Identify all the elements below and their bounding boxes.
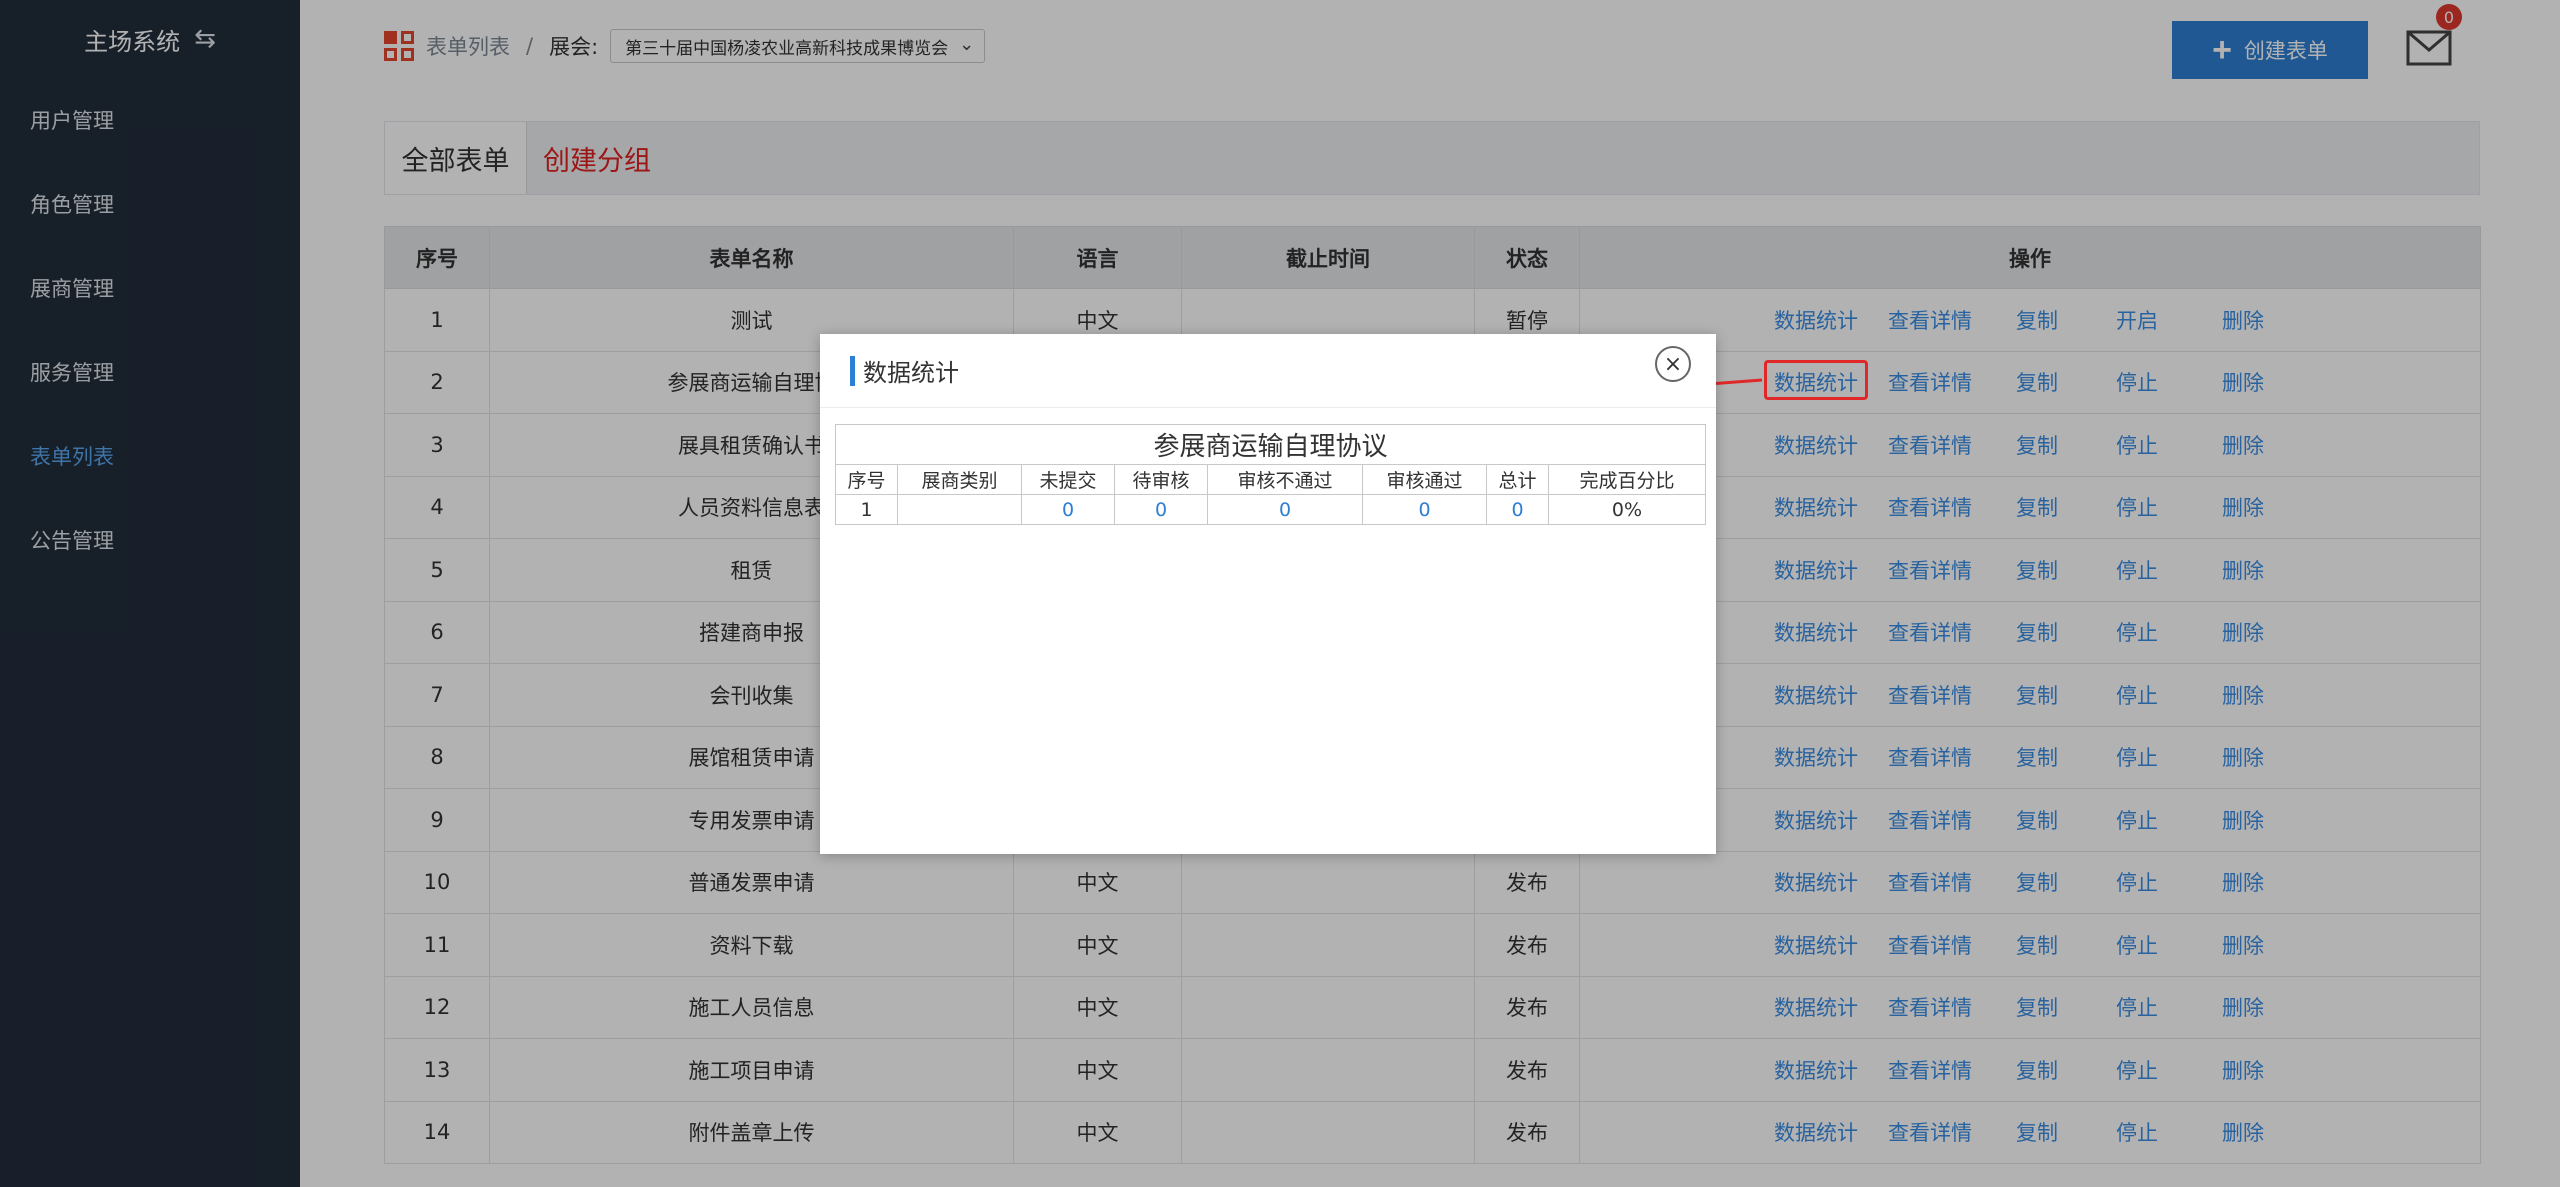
stats-category xyxy=(897,494,1022,525)
stats-col-total: 总计 xyxy=(1486,464,1549,495)
stats-col-pending: 待审核 xyxy=(1114,464,1208,495)
stats-caption: 参展商运输自理协议 xyxy=(834,424,1707,465)
modal-title: 数据统计 xyxy=(863,359,959,387)
stats-unsubmitted[interactable]: 0 xyxy=(1021,494,1115,525)
stats-total[interactable]: 0 xyxy=(1486,494,1549,525)
stats-table: 参展商运输自理协议 序号 展商类别 未提交 待审核 审核不通过 审核通过 总计 … xyxy=(834,424,1707,525)
stats-rejected[interactable]: 0 xyxy=(1207,494,1363,525)
stats-col-unsubmitted: 未提交 xyxy=(1021,464,1115,495)
stats-col-percent: 完成百分比 xyxy=(1547,464,1707,495)
stats-col-no: 序号 xyxy=(835,464,898,495)
stats-pending[interactable]: 0 xyxy=(1114,494,1208,525)
stats-no: 1 xyxy=(835,494,898,525)
stats-col-category: 展商类别 xyxy=(897,464,1022,495)
stats-modal: 数据统计 × 参展商运输自理协议 序号 展商类别 未提交 待审核 审核不通过 审… xyxy=(820,334,1716,854)
modal-header: 数据统计 xyxy=(820,334,1716,408)
stats-header-row: 序号 展商类别 未提交 待审核 审核不通过 审核通过 总计 完成百分比 xyxy=(835,464,1707,495)
stats-row: 1 0 0 0 0 0 0% xyxy=(835,494,1707,525)
stats-approved[interactable]: 0 xyxy=(1362,494,1487,525)
title-accent-bar xyxy=(850,355,855,386)
stats-col-rejected: 审核不通过 xyxy=(1207,464,1363,495)
stats-col-approved: 审核通过 xyxy=(1362,464,1487,495)
stats-percent: 0% xyxy=(1547,494,1707,525)
close-icon[interactable]: × xyxy=(1655,346,1691,382)
highlight-box xyxy=(1764,360,1868,400)
